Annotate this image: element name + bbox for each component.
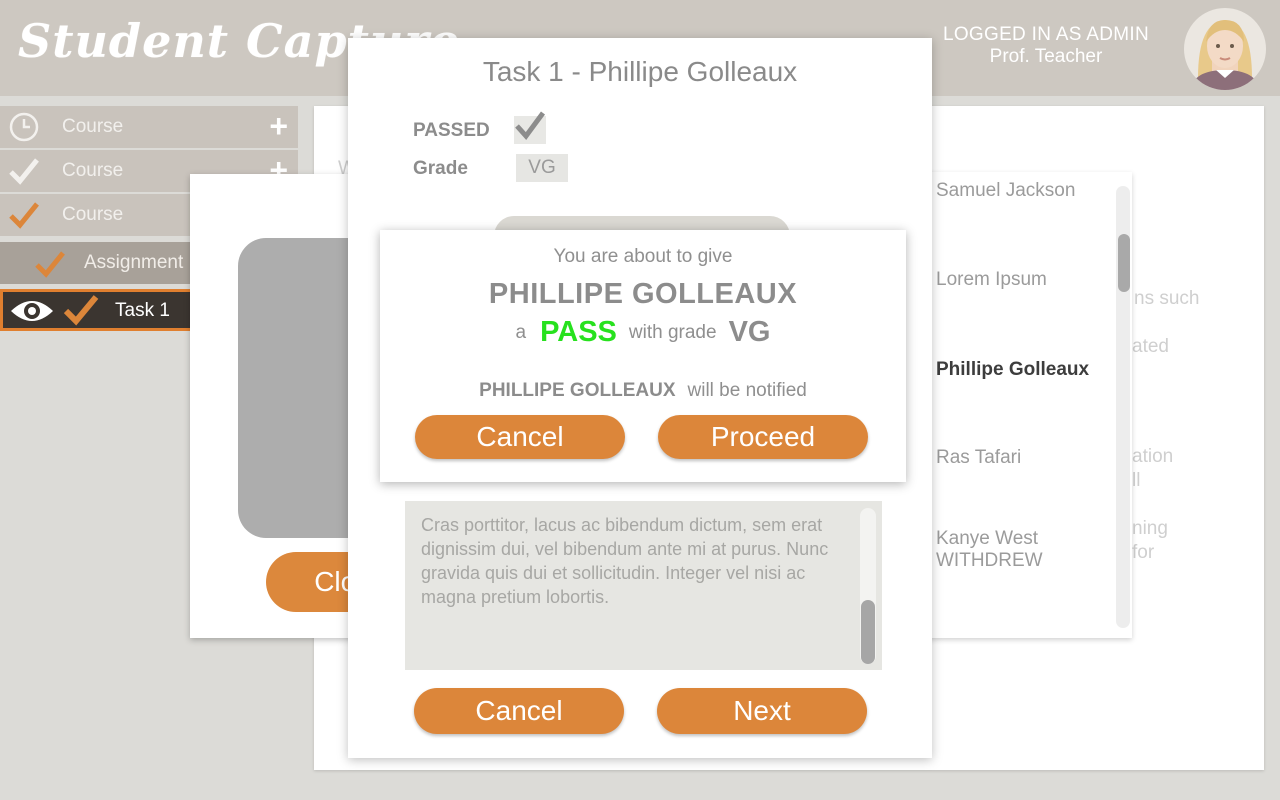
clock-icon bbox=[8, 111, 40, 143]
student-list: Samuel Jackson Lorem Ipsum Phillipe Goll… bbox=[924, 172, 1132, 638]
cancel-button[interactable]: Cancel bbox=[414, 688, 624, 734]
sidebar-item-course-1[interactable]: Course + bbox=[0, 106, 298, 148]
description-text: ns such bbox=[1134, 288, 1200, 309]
description-text: ation bbox=[1132, 446, 1174, 467]
description-text: ated bbox=[1132, 336, 1169, 357]
sidebar-item-label: Task 1 bbox=[115, 300, 170, 321]
description-text: ll bbox=[1132, 470, 1141, 491]
student-item-selected[interactable]: Phillipe Golleaux bbox=[936, 359, 1089, 381]
description-text: ning bbox=[1132, 518, 1168, 539]
student-list-scroll-thumb[interactable] bbox=[1118, 234, 1130, 292]
confirm-result-line: a PASS with grade VG bbox=[380, 316, 906, 350]
feedback-scroll-thumb[interactable] bbox=[861, 600, 875, 664]
confirm-grade: VG bbox=[728, 316, 771, 348]
feedback-textarea[interactable]: Cras porttitor, lacus ac bibendum dictum… bbox=[405, 501, 882, 670]
proceed-button[interactable]: Proceed bbox=[658, 415, 868, 459]
student-item[interactable]: Kanye West WITHDREW bbox=[936, 528, 1043, 572]
user-name: Prof. Teacher bbox=[989, 46, 1103, 67]
notify-message: will be notified bbox=[687, 380, 807, 401]
avatar[interactable] bbox=[1184, 8, 1266, 90]
passed-checkbox[interactable] bbox=[514, 111, 546, 144]
modal-title: Task 1 - Phillipe Golleaux bbox=[482, 56, 798, 87]
sidebar-item-label: Assignment bbox=[84, 252, 184, 273]
description-text: for bbox=[1132, 542, 1155, 563]
check-orange-icon bbox=[34, 249, 66, 279]
grade-select[interactable]: VG bbox=[516, 154, 568, 182]
sidebar-item-label: Course bbox=[62, 160, 124, 181]
grade-label: Grade bbox=[413, 158, 468, 179]
eye-icon[interactable] bbox=[8, 297, 56, 325]
student-name: Kanye West bbox=[936, 528, 1039, 549]
student-item[interactable]: Ras Tafari bbox=[936, 447, 1021, 469]
video-modal: Close bbox=[190, 174, 406, 638]
next-button[interactable]: Next bbox=[657, 688, 867, 734]
add-icon[interactable]: + bbox=[269, 108, 288, 144]
notify-text: PHILLIPE GOLLEAUX will be notified bbox=[380, 380, 906, 402]
passed-label: PASSED bbox=[413, 120, 490, 141]
check-orange-icon bbox=[63, 293, 99, 327]
login-status: LOGGED IN AS ADMIN bbox=[942, 24, 1149, 45]
confirm-with-grade-text: with grade bbox=[628, 321, 717, 343]
check-icon bbox=[8, 155, 40, 187]
sidebar-item-label: Course bbox=[62, 116, 124, 137]
notify-student-name: PHILLIPE GOLLEAUX bbox=[479, 380, 676, 401]
student-item[interactable]: Lorem Ipsum bbox=[936, 269, 1047, 291]
confirm-a-text: a bbox=[515, 321, 527, 343]
student-item[interactable]: Samuel Jackson bbox=[936, 180, 1075, 202]
confirm-dialog: You are about to give PHILLIPE GOLLEAUX … bbox=[380, 230, 906, 482]
confirm-intro: You are about to give bbox=[553, 246, 733, 267]
confirm-student-name: PHILLIPE GOLLEAUX bbox=[488, 278, 798, 310]
check-orange-icon bbox=[8, 199, 40, 231]
confirm-cancel-button[interactable]: Cancel bbox=[415, 415, 625, 459]
student-status: WITHDREW bbox=[936, 550, 1043, 571]
sidebar-item-label: Course bbox=[62, 204, 124, 225]
result-badge: PASS bbox=[540, 316, 617, 348]
